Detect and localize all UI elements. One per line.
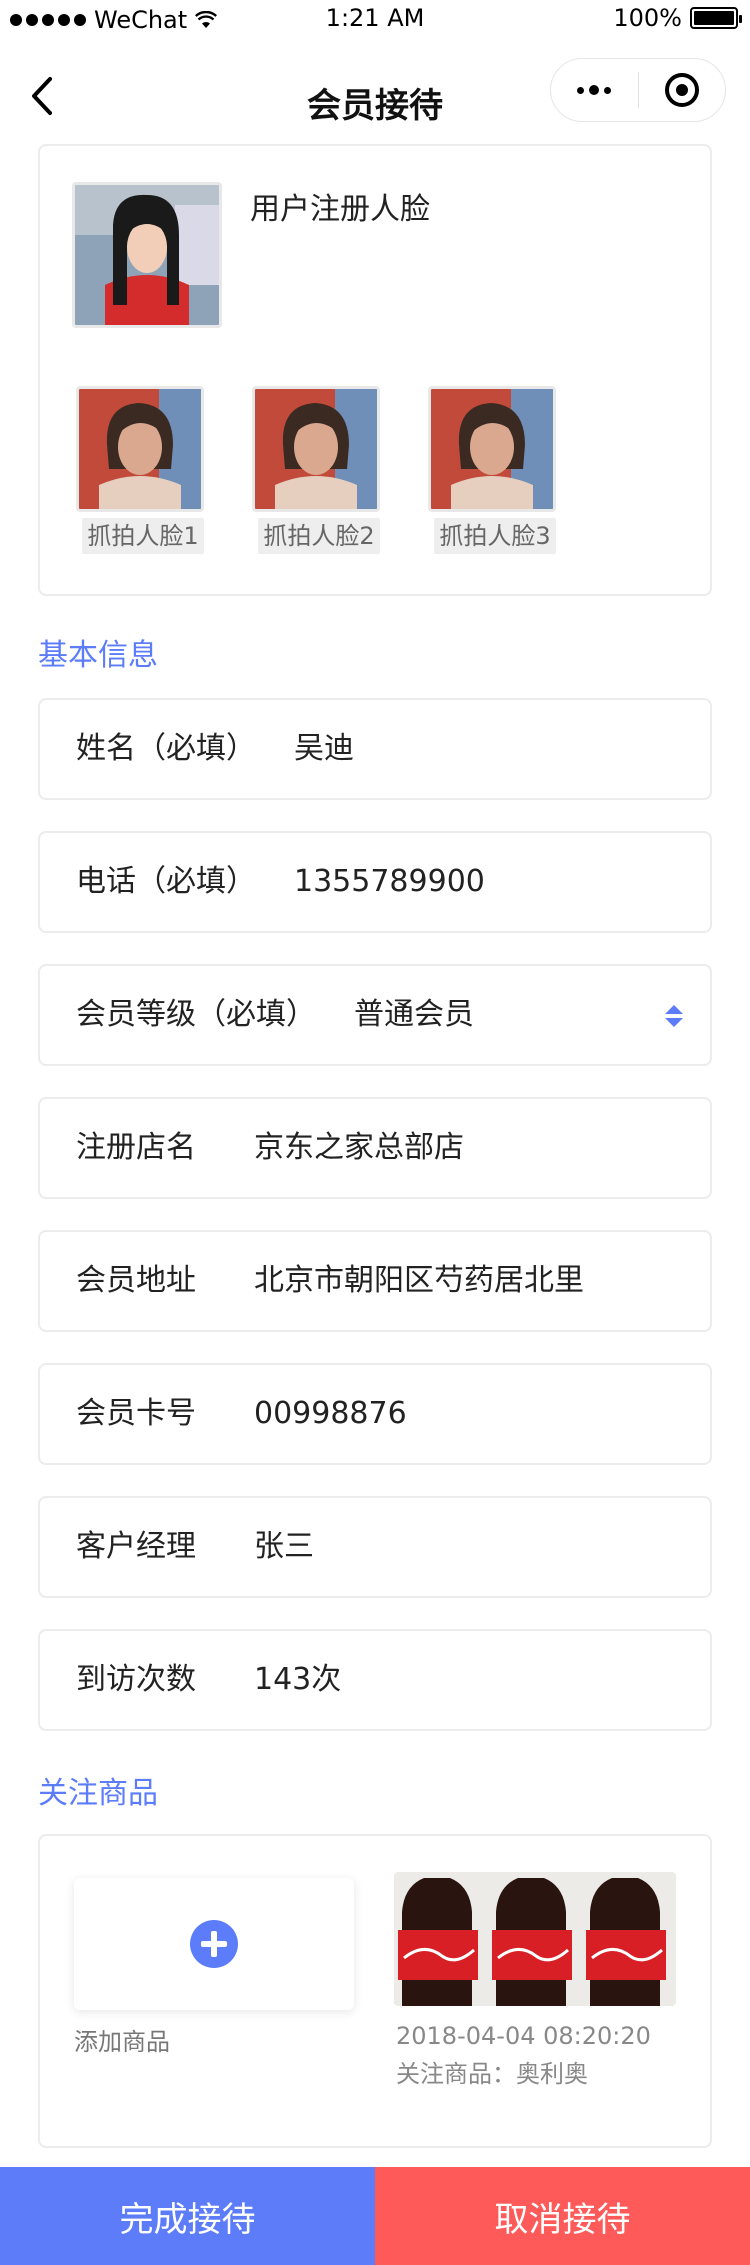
card-number-field[interactable]: 会员卡号 00998876 xyxy=(38,1363,712,1465)
member-level-select[interactable]: 会员等级（必填） 普通会员 xyxy=(38,964,712,1066)
target-circle-icon xyxy=(664,73,699,107)
name-field[interactable]: 姓名（必填） 吴迪 xyxy=(38,698,712,800)
section-title-basic-info: 基本信息 xyxy=(38,638,158,673)
face-card: 用户注册人脸 抓拍人脸1 抓拍人脸2 抓拍人脸3 xyxy=(38,144,712,596)
cancel-reception-button[interactable]: 取消接待 xyxy=(375,2167,750,2265)
add-product-button[interactable] xyxy=(74,1878,354,2010)
more-dots-icon xyxy=(577,85,612,95)
product-image[interactable] xyxy=(394,1872,676,2006)
member-level-label: 会员等级（必填） xyxy=(76,997,316,1032)
registered-face-photo[interactable] xyxy=(72,182,222,328)
store-field-value[interactable]: 京东之家总部店 xyxy=(254,1099,464,1197)
phone-field-value[interactable]: 1355789900 xyxy=(294,833,485,931)
address-field-label: 会员地址 xyxy=(76,1263,196,1298)
visits-field-label: 到访次数 xyxy=(76,1662,196,1697)
snapshot-photo xyxy=(252,386,380,512)
snapshot-photo xyxy=(76,386,204,512)
phone-field[interactable]: 电话（必填） 1355789900 xyxy=(38,831,712,933)
visits-field-value[interactable]: 143次 xyxy=(254,1631,341,1729)
store-field[interactable]: 注册店名 京东之家总部店 xyxy=(38,1097,712,1199)
snapshot-face-3[interactable]: 抓拍人脸3 xyxy=(428,386,556,554)
name-field-value[interactable]: 吴迪 xyxy=(294,700,354,798)
snapshot-label: 抓拍人脸3 xyxy=(434,518,556,554)
chevron-left-icon xyxy=(32,77,52,115)
address-field[interactable]: 会员地址 北京市朝阳区芍药居北里 xyxy=(38,1230,712,1332)
snapshot-face-1[interactable]: 抓拍人脸1 xyxy=(76,386,204,554)
bottom-action-bar: 完成接待 取消接待 xyxy=(0,2167,750,2265)
cola-bottles-image xyxy=(394,1872,676,2006)
battery-percent: 100% xyxy=(613,4,682,32)
visits-field[interactable]: 到访次数 143次 xyxy=(38,1629,712,1731)
snapshot-face-2[interactable]: 抓拍人脸2 xyxy=(252,386,380,554)
card-number-label: 会员卡号 xyxy=(76,1396,196,1431)
battery-fill xyxy=(694,11,734,25)
more-button[interactable] xyxy=(551,59,638,121)
registered-face-label: 用户注册人脸 xyxy=(250,192,430,227)
back-button[interactable] xyxy=(18,64,66,128)
snapshot-label: 抓拍人脸2 xyxy=(258,518,380,554)
manager-field-label: 客户经理 xyxy=(76,1529,196,1564)
mini-program-capsule xyxy=(550,58,726,122)
add-product-label: 添加商品 xyxy=(74,2028,170,2056)
store-field-label: 注册店名 xyxy=(76,1130,196,1165)
address-field-value[interactable]: 北京市朝阳区芍药居北里 xyxy=(254,1232,584,1330)
battery-icon xyxy=(690,7,742,29)
snapshot-photo xyxy=(428,386,556,512)
complete-reception-button[interactable]: 完成接待 xyxy=(0,2167,375,2265)
name-field-label: 姓名（必填） xyxy=(76,731,256,766)
navigation-bar: 会员接待 xyxy=(0,40,750,160)
status-bar: WeChat 1:21 AM 100% xyxy=(0,0,750,40)
select-arrows-icon xyxy=(665,1005,683,1027)
product-date: 2018-04-04 08:20:20 xyxy=(396,2022,651,2050)
portrait-image xyxy=(75,185,219,325)
plus-circle-icon xyxy=(190,1920,238,1968)
status-right: 100% xyxy=(613,4,742,32)
card-number-value[interactable]: 00998876 xyxy=(254,1365,407,1463)
products-card: 添加商品 2018-04-04 08:20:20 关注商品：奥利奥 xyxy=(38,1834,712,2148)
snapshot-label: 抓拍人脸1 xyxy=(82,518,204,554)
member-level-value[interactable]: 普通会员 xyxy=(354,966,474,1064)
phone-field-label: 电话（必填） xyxy=(76,864,256,899)
product-name: 关注商品：奥利奥 xyxy=(396,2060,588,2088)
close-button[interactable] xyxy=(639,59,726,121)
section-title-products: 关注商品 xyxy=(38,1776,158,1811)
manager-field-value[interactable]: 张三 xyxy=(254,1498,314,1596)
manager-field[interactable]: 客户经理 张三 xyxy=(38,1496,712,1598)
